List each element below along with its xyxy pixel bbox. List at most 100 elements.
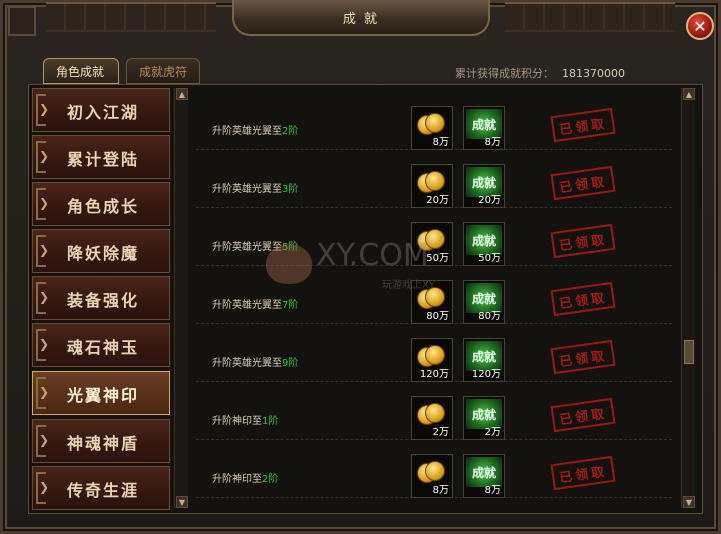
gold-amount: 8万	[432, 485, 449, 496]
points-reward[interactable]: 成就 80万	[463, 280, 505, 324]
gold-amount: 2万	[432, 427, 449, 438]
title-ornament-left	[46, 2, 216, 32]
gold-coin-icon	[417, 461, 445, 483]
level-text: 1阶	[262, 416, 279, 427]
claimed-stamp: 已领取	[550, 107, 616, 143]
claimed-stamp: 已领取	[550, 223, 616, 259]
chevron-right-icon: ❯	[39, 385, 50, 399]
gold-coin-icon	[417, 345, 445, 367]
scroll-down-icon[interactable]: ▼	[683, 496, 695, 508]
sidebar-item-legend[interactable]: ❯ 传奇生涯	[32, 466, 170, 510]
scroll-up-icon[interactable]: ▲	[683, 88, 695, 100]
sidebar-item-beginner[interactable]: ❯ 初入江湖	[32, 88, 170, 132]
gold-reward[interactable]: 120万	[411, 338, 453, 382]
gold-amount: 20万	[426, 195, 449, 206]
points-reward[interactable]: 成就 20万	[463, 164, 505, 208]
gold-coin-icon	[417, 403, 445, 425]
achievement-title: 升阶英雄光翼至9阶	[212, 354, 298, 369]
tab-achievement-tally[interactable]: 成就虎符	[126, 58, 200, 84]
gold-reward[interactable]: 2万	[411, 396, 453, 440]
sidebar-scrollbar[interactable]: ▲ ▼	[174, 88, 188, 508]
corner-ornament	[8, 6, 36, 36]
sidebar-item-label: 累计登陆	[67, 150, 140, 169]
scroll-down-icon[interactable]: ▼	[176, 496, 188, 508]
window-title: 成 就	[342, 11, 380, 27]
chevron-right-icon: ❯	[39, 196, 50, 210]
chevron-right-icon: ❯	[39, 337, 50, 351]
chevron-right-icon: ❯	[39, 480, 50, 494]
gold-reward[interactable]: 8万	[411, 454, 453, 498]
sidebar-item-label: 神魂神盾	[67, 434, 140, 453]
chevron-right-icon: ❯	[39, 149, 50, 163]
sidebar-item-label: 传奇生涯	[67, 481, 140, 500]
sidebar-item-wings[interactable]: ❯ 光翼神印	[32, 371, 170, 415]
chevron-right-icon: ❯	[39, 433, 50, 447]
watermark: XY.COM 玩游戏上XY	[262, 238, 435, 291]
achievement-row: 升阶神印至2阶 8万 成就 8万 已领取	[196, 444, 672, 498]
tab-role-achievement[interactable]: 角色成就	[43, 58, 119, 84]
sidebar-item-label: 魂石神玉	[67, 338, 140, 357]
watermark-text: XY.COM	[316, 238, 429, 273]
achievement-row: 升阶神印至1阶 2万 成就 2万 已领取	[196, 386, 672, 440]
close-icon: ✕	[693, 16, 707, 36]
sidebar-item-demons[interactable]: ❯ 降妖除魔	[32, 229, 170, 273]
title-text: 升阶英雄光翼至	[212, 126, 282, 137]
close-button[interactable]: ✕	[686, 12, 714, 40]
watermark-subtext: 玩游戏上XY	[382, 280, 435, 291]
title-text: 升阶神印至	[212, 416, 262, 427]
gold-reward[interactable]: 20万	[411, 164, 453, 208]
achievement-title: 升阶英雄光翼至7阶	[212, 296, 298, 311]
claimed-stamp: 已领取	[550, 455, 616, 491]
gold-coin-icon	[417, 113, 445, 135]
title-plate: 成 就	[232, 0, 490, 36]
sidebar-item-equip[interactable]: ❯ 装备强化	[32, 276, 170, 320]
sidebar-item-soulstone[interactable]: ❯ 魂石神玉	[32, 323, 170, 367]
sidebar-item-label: 降妖除魔	[67, 244, 140, 263]
level-text: 2阶	[282, 126, 299, 137]
sidebar-item-shield[interactable]: ❯ 神魂神盾	[32, 419, 170, 463]
sidebar-item-label: 装备强化	[67, 291, 140, 310]
claimed-stamp: 已领取	[550, 397, 616, 433]
chevron-right-icon: ❯	[39, 102, 50, 116]
chevron-right-icon: ❯	[39, 290, 50, 304]
achievement-title: 升阶英雄光翼至2阶	[212, 122, 298, 137]
claimed-stamp: 已领取	[550, 165, 616, 201]
points-reward[interactable]: 成就 8万	[463, 454, 505, 498]
gold-amount: 50万	[426, 253, 449, 264]
sidebar-item-growth[interactable]: ❯ 角色成长	[32, 182, 170, 226]
claimed-stamp: 已领取	[550, 281, 616, 317]
gold-amount: 120万	[419, 369, 449, 380]
achievement-list: 升阶英雄光翼至2阶 8万 成就 8万 已领取 升阶英雄光翼至3阶 20万 成就 20…	[196, 96, 672, 508]
points-reward[interactable]: 成就 2万	[463, 396, 505, 440]
sidebar-item-label: 初入江湖	[67, 103, 140, 122]
gold-amount: 80万	[426, 311, 449, 322]
title-text: 升阶英雄光翼至	[212, 300, 282, 311]
title-text: 升阶神印至	[212, 474, 262, 485]
points-amount: 50万	[478, 253, 501, 264]
claimed-stamp: 已领取	[550, 339, 616, 375]
sidebar-item-label: 角色成长	[67, 197, 140, 216]
gold-reward[interactable]: 8万	[411, 106, 453, 150]
score-value: 181370000	[562, 67, 625, 80]
gold-amount: 8万	[432, 137, 449, 148]
level-text: 9阶	[282, 358, 299, 369]
achievement-title: 升阶神印至2阶	[212, 470, 278, 485]
achievement-score: 累计获得成就积分： 181370000	[455, 65, 625, 81]
sidebar-item-login[interactable]: ❯ 累计登陆	[32, 135, 170, 179]
points-amount: 80万	[478, 311, 501, 322]
achievement-row: 升阶英雄光翼至9阶 120万 成就 120万 已领取	[196, 328, 672, 382]
scroll-thumb[interactable]	[684, 340, 694, 364]
achievement-row: 升阶英雄光翼至2阶 8万 成就 8万 已领取	[196, 96, 672, 150]
points-reward[interactable]: 成就 8万	[463, 106, 505, 150]
points-reward[interactable]: 成就 50万	[463, 222, 505, 266]
category-sidebar: ❯ 初入江湖 ❯ 累计登陆 ❯ 角色成长 ❯ 降妖除魔 ❯ 装备强化 ❯ 魂石神玉 ❯ 光翼神…	[32, 88, 172, 510]
points-amount: 20万	[478, 195, 501, 206]
points-amount: 2万	[484, 427, 501, 438]
level-text: 3阶	[282, 184, 299, 195]
gold-coin-icon	[417, 171, 445, 193]
list-scrollbar[interactable]: ▲ ▼	[681, 88, 695, 508]
points-reward[interactable]: 成就 120万	[463, 338, 505, 382]
title-ornament-right	[505, 2, 675, 32]
scroll-up-icon[interactable]: ▲	[176, 88, 188, 100]
points-amount: 120万	[471, 369, 501, 380]
